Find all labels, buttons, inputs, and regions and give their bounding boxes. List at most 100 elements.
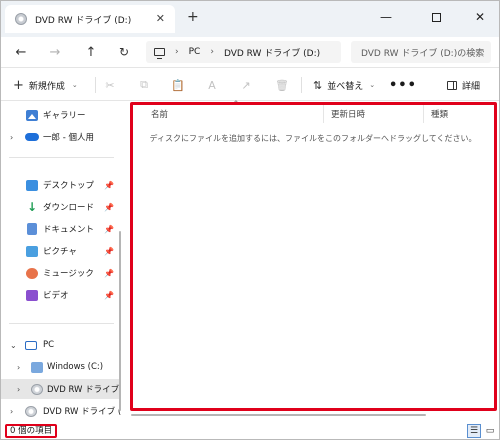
plus-icon: + (13, 77, 24, 93)
explorer-window: DVD RW ドライブ (D:) ✕ + — ✕ ← → ↑ ↻ › PC › … (0, 0, 500, 440)
breadcrumb-dvd-drive[interactable]: DVD RW ドライブ (D:) (224, 46, 320, 59)
sidebar-item-label: DVD RW ドライブ (D: (47, 385, 121, 395)
chevron-right-icon: › (17, 384, 21, 394)
sidebar-item-label: ギャラリー (43, 111, 86, 121)
gallery-icon (26, 109, 38, 121)
maximize-button[interactable] (417, 1, 455, 33)
sidebar-item-windows-c[interactable]: › Windows (C:) (1, 357, 121, 377)
sidebar-item-downloads[interactable]: ↓ ダウンロード 📌 (1, 197, 121, 217)
sidebar-scrollbar[interactable] (119, 231, 121, 411)
forward-button[interactable]: → (45, 42, 65, 62)
close-button[interactable]: ✕ (461, 1, 499, 33)
minimize-button[interactable]: — (367, 1, 405, 33)
search-input[interactable]: DVD RW ドライブ (D:)の検索 (351, 41, 491, 63)
sidebar-item-dvd-drive-selected[interactable]: › DVD RW ドライブ (D: (1, 379, 121, 399)
new-button[interactable]: + 新規作成 ⌄ (13, 76, 78, 94)
delete-icon[interactable]: 🗑 (275, 78, 289, 92)
sort-button[interactable]: ⇅ 並べ替え ⌄ (313, 76, 375, 94)
refresh-button[interactable]: ↻ (114, 42, 134, 62)
pin-icon: 📌 (104, 224, 114, 234)
sidebar-item-label: 一郎 - 個人用 (43, 133, 94, 143)
sidebar-item-label: PC (43, 340, 55, 350)
onedrive-cloud-icon (25, 133, 39, 141)
details-label: 詳細 (462, 81, 481, 92)
toolbar-divider (301, 77, 302, 93)
download-arrow-icon: ↓ (26, 199, 38, 214)
rename-icon[interactable]: A (205, 78, 219, 92)
pin-icon: 📌 (104, 202, 114, 212)
sort-icon: ⇅ (313, 78, 323, 92)
sort-label: 並べ替え (327, 81, 364, 92)
new-tab-button[interactable]: + (187, 10, 199, 24)
toolbar-divider (95, 77, 96, 93)
sidebar-item-pictures[interactable]: ピクチャ 📌 (1, 241, 121, 261)
sidebar-item-music[interactable]: ミュージック 📌 (1, 263, 121, 283)
chevron-down-icon: ⌄ (71, 81, 78, 89)
breadcrumb[interactable]: › PC › DVD RW ドライブ (D:) (146, 41, 341, 63)
command-bar: + 新規作成 ⌄ ✂ ⧉ 📋 A ↗ 🗑 ⇅ 並べ替え ⌄ ••• 詳細 (1, 67, 499, 101)
sidebar-item-label: ビデオ (43, 291, 69, 301)
chevron-right-icon: › (17, 362, 21, 372)
status-bar: 0 個の項目 ☰ ▭ (1, 423, 499, 439)
sidebar-item-dvd-drive[interactable]: › DVD RW ドライブ (D:) (1, 401, 121, 421)
music-icon (26, 267, 38, 279)
sidebar-divider (9, 157, 114, 158)
sidebar-item-label: Windows (C:) (47, 362, 104, 372)
new-label: 新規作成 (28, 81, 65, 92)
dvd-drive-icon (15, 13, 27, 25)
sidebar-item-label: ピクチャ (43, 247, 77, 257)
breadcrumb-pc[interactable]: PC (189, 47, 201, 57)
pc-monitor-icon (25, 340, 37, 350)
copy-icon[interactable]: ⧉ (137, 78, 151, 92)
sidebar-item-label: DVD RW ドライブ (D:) (43, 407, 121, 417)
address-bar: ← → ↑ ↻ › PC › DVD RW ドライブ (D:) DVD RW ド… (1, 37, 499, 67)
tab-close-icon[interactable]: ✕ (156, 13, 165, 24)
paste-icon[interactable]: 📋 (171, 78, 185, 92)
navigation-pane: ギャラリー › 一郎 - 個人用 デスクトップ 📌 ↓ ダウンロード 📌 ドキュ… (1, 101, 121, 423)
annotation-highlight-content (130, 102, 497, 411)
horizontal-scrollbar[interactable] (131, 414, 426, 416)
share-icon[interactable]: ↗ (239, 78, 253, 92)
title-bar: DVD RW ドライブ (D:) ✕ + — ✕ (1, 1, 499, 37)
tiles-view-button[interactable]: ▭ (484, 425, 496, 437)
details-view-button[interactable]: ☰ (467, 424, 481, 438)
sidebar-item-gallery[interactable]: ギャラリー (1, 105, 121, 125)
sidebar-item-label: デスクトップ (43, 181, 95, 191)
chevron-down-icon: ⌄ (10, 340, 17, 350)
up-button[interactable]: ↑ (81, 42, 101, 62)
cut-icon[interactable]: ✂ (103, 78, 117, 92)
details-pane-button[interactable]: 詳細 (447, 76, 480, 94)
sidebar-item-documents[interactable]: ドキュメント 📌 (1, 219, 121, 239)
sidebar-item-label: ミュージック (43, 269, 94, 279)
drive-tab[interactable]: DVD RW ドライブ (D:) ✕ (5, 5, 175, 33)
chevron-down-icon: ⌄ (369, 81, 376, 89)
dvd-drive-icon (25, 405, 37, 417)
chevron-right-icon: › (210, 47, 214, 57)
item-count: 0 個の項目 (5, 424, 58, 438)
pin-icon: 📌 (104, 268, 114, 278)
chevron-right-icon: › (10, 132, 14, 142)
sidebar-item-onedrive[interactable]: › 一郎 - 個人用 (1, 127, 121, 147)
maximize-icon (431, 12, 441, 22)
pin-icon: 📌 (104, 180, 114, 190)
sidebar-item-videos[interactable]: ビデオ 📌 (1, 285, 121, 305)
videos-icon (26, 289, 38, 301)
tab-title: DVD RW ドライブ (D:) (35, 15, 132, 26)
chevron-right-icon: › (10, 406, 14, 416)
desktop-folder-icon (26, 179, 38, 191)
sidebar-item-pc[interactable]: ⌄ PC (1, 335, 121, 355)
pin-icon: 📌 (104, 290, 114, 300)
sidebar-divider (9, 323, 114, 324)
more-options-button[interactable]: ••• (389, 76, 417, 94)
chevron-right-icon: › (175, 47, 179, 57)
sidebar-item-label: ドキュメント (43, 225, 95, 235)
dvd-drive-icon (31, 383, 43, 395)
details-pane-icon (447, 80, 457, 90)
sidebar-item-label: ダウンロード (43, 203, 95, 213)
windows-drive-icon (31, 361, 43, 373)
monitor-icon (154, 48, 165, 59)
pictures-icon (26, 245, 38, 257)
back-button[interactable]: ← (11, 42, 31, 62)
sidebar-item-desktop[interactable]: デスクトップ 📌 (1, 175, 121, 195)
documents-icon (27, 223, 37, 235)
